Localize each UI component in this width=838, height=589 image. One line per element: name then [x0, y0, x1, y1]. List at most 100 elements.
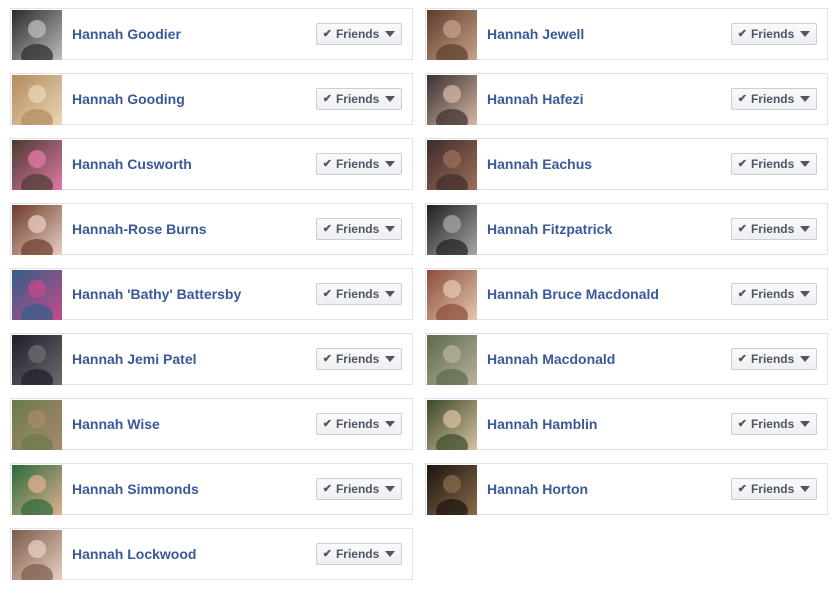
profile-photo[interactable]: [12, 400, 62, 450]
friend-card: Hannah Jemi Patel ✔ Friends: [10, 333, 413, 385]
profile-photo[interactable]: [12, 530, 62, 580]
profile-photo[interactable]: [427, 270, 477, 320]
caret-down-icon: [385, 31, 396, 37]
friends-button-label: Friends: [335, 27, 380, 41]
check-icon: ✔: [737, 352, 747, 365]
friend-name-link[interactable]: Hannah Macdonald: [487, 334, 615, 384]
check-icon: ✔: [737, 27, 747, 40]
check-icon: ✔: [322, 417, 332, 430]
caret-down-icon: [385, 356, 396, 362]
friend-card: Hannah Simmonds ✔ Friends: [10, 463, 413, 515]
friends-dropdown-button[interactable]: ✔ Friends: [316, 23, 402, 45]
friends-button-label: Friends: [335, 547, 380, 561]
friends-button-label: Friends: [750, 222, 795, 236]
friends-button-label: Friends: [750, 352, 795, 366]
profile-photo[interactable]: [12, 465, 62, 515]
friends-dropdown-button[interactable]: ✔ Friends: [316, 153, 402, 175]
profile-photo[interactable]: [12, 140, 62, 190]
check-icon: ✔: [737, 287, 747, 300]
friends-dropdown-button[interactable]: ✔ Friends: [731, 283, 817, 305]
friend-card: Hannah Lockwood ✔ Friends: [10, 528, 413, 580]
caret-down-icon: [385, 161, 396, 167]
friends-dropdown-button[interactable]: ✔ Friends: [731, 218, 817, 240]
friend-card: Hannah Hafezi ✔ Friends: [425, 73, 828, 125]
friend-name-link[interactable]: Hannah Goodier: [72, 9, 181, 59]
profile-photo[interactable]: [427, 335, 477, 385]
friends-button-label: Friends: [335, 157, 380, 171]
friend-card: Hannah Wise ✔ Friends: [10, 398, 413, 450]
caret-down-icon: [800, 31, 811, 37]
friends-button-label: Friends: [335, 482, 380, 496]
profile-photo[interactable]: [427, 205, 477, 255]
friend-name-link[interactable]: Hannah 'Bathy' Battersby: [72, 269, 241, 319]
friends-dropdown-button[interactable]: ✔ Friends: [316, 478, 402, 500]
friend-name-link[interactable]: Hannah Lockwood: [72, 529, 196, 579]
caret-down-icon: [385, 291, 396, 297]
caret-down-icon: [800, 356, 811, 362]
friends-dropdown-button[interactable]: ✔ Friends: [731, 348, 817, 370]
profile-photo[interactable]: [427, 10, 477, 60]
caret-down-icon: [800, 161, 811, 167]
friend-card: Hannah Jewell ✔ Friends: [425, 8, 828, 60]
caret-down-icon: [385, 96, 396, 102]
check-icon: ✔: [322, 157, 332, 170]
friend-name-link[interactable]: Hannah Wise: [72, 399, 160, 449]
friend-name-link[interactable]: Hannah Cusworth: [72, 139, 192, 189]
friend-name-link[interactable]: Hannah-Rose Burns: [72, 204, 207, 254]
friends-dropdown-button[interactable]: ✔ Friends: [316, 413, 402, 435]
caret-down-icon: [385, 226, 396, 232]
friend-name-link[interactable]: Hannah Eachus: [487, 139, 592, 189]
friend-name-link[interactable]: Hannah Horton: [487, 464, 588, 514]
check-icon: ✔: [322, 27, 332, 40]
check-icon: ✔: [737, 92, 747, 105]
friends-dropdown-button[interactable]: ✔ Friends: [316, 88, 402, 110]
friends-grid: Hannah Goodier ✔ Friends Hannah Jewell ✔ Frie…: [10, 8, 828, 580]
profile-photo[interactable]: [12, 270, 62, 320]
friends-button-label: Friends: [750, 92, 795, 106]
profile-photo[interactable]: [12, 335, 62, 385]
friend-card: Hannah Bruce Macdonald ✔ Friends: [425, 268, 828, 320]
friend-name-link[interactable]: Hannah Fitzpatrick: [487, 204, 612, 254]
profile-photo[interactable]: [427, 75, 477, 125]
caret-down-icon: [800, 226, 811, 232]
friends-button-label: Friends: [750, 157, 795, 171]
friend-name-link[interactable]: Hannah Hafezi: [487, 74, 583, 124]
friends-dropdown-button[interactable]: ✔ Friends: [731, 413, 817, 435]
friends-dropdown-button[interactable]: ✔ Friends: [316, 543, 402, 565]
check-icon: ✔: [322, 92, 332, 105]
friends-dropdown-button[interactable]: ✔ Friends: [731, 153, 817, 175]
friend-card: Hannah-Rose Burns ✔ Friends: [10, 203, 413, 255]
friend-name-link[interactable]: Hannah Gooding: [72, 74, 185, 124]
friend-card: Hannah Horton ✔ Friends: [425, 463, 828, 515]
caret-down-icon: [385, 486, 396, 492]
check-icon: ✔: [737, 157, 747, 170]
friends-dropdown-button[interactable]: ✔ Friends: [731, 88, 817, 110]
caret-down-icon: [800, 421, 811, 427]
check-icon: ✔: [322, 222, 332, 235]
friend-name-link[interactable]: Hannah Jemi Patel: [72, 334, 197, 384]
caret-down-icon: [800, 486, 811, 492]
friends-dropdown-button[interactable]: ✔ Friends: [316, 218, 402, 240]
check-icon: ✔: [322, 352, 332, 365]
friend-name-link[interactable]: Hannah Jewell: [487, 9, 584, 59]
friend-card: Hannah Goodier ✔ Friends: [10, 8, 413, 60]
profile-photo[interactable]: [427, 400, 477, 450]
friend-name-link[interactable]: Hannah Hamblin: [487, 399, 597, 449]
friends-button-label: Friends: [335, 352, 380, 366]
friends-button-label: Friends: [335, 222, 380, 236]
friends-button-label: Friends: [750, 417, 795, 431]
profile-photo[interactable]: [12, 75, 62, 125]
profile-photo[interactable]: [12, 10, 62, 60]
friend-card: Hannah Eachus ✔ Friends: [425, 138, 828, 190]
friend-card: Hannah Macdonald ✔ Friends: [425, 333, 828, 385]
friends-dropdown-button[interactable]: ✔ Friends: [316, 283, 402, 305]
friend-name-link[interactable]: Hannah Bruce Macdonald: [487, 269, 659, 319]
profile-photo[interactable]: [12, 205, 62, 255]
friends-dropdown-button[interactable]: ✔ Friends: [316, 348, 402, 370]
profile-photo[interactable]: [427, 140, 477, 190]
friends-button-label: Friends: [750, 27, 795, 41]
friends-dropdown-button[interactable]: ✔ Friends: [731, 478, 817, 500]
profile-photo[interactable]: [427, 465, 477, 515]
friends-dropdown-button[interactable]: ✔ Friends: [731, 23, 817, 45]
friend-name-link[interactable]: Hannah Simmonds: [72, 464, 199, 514]
